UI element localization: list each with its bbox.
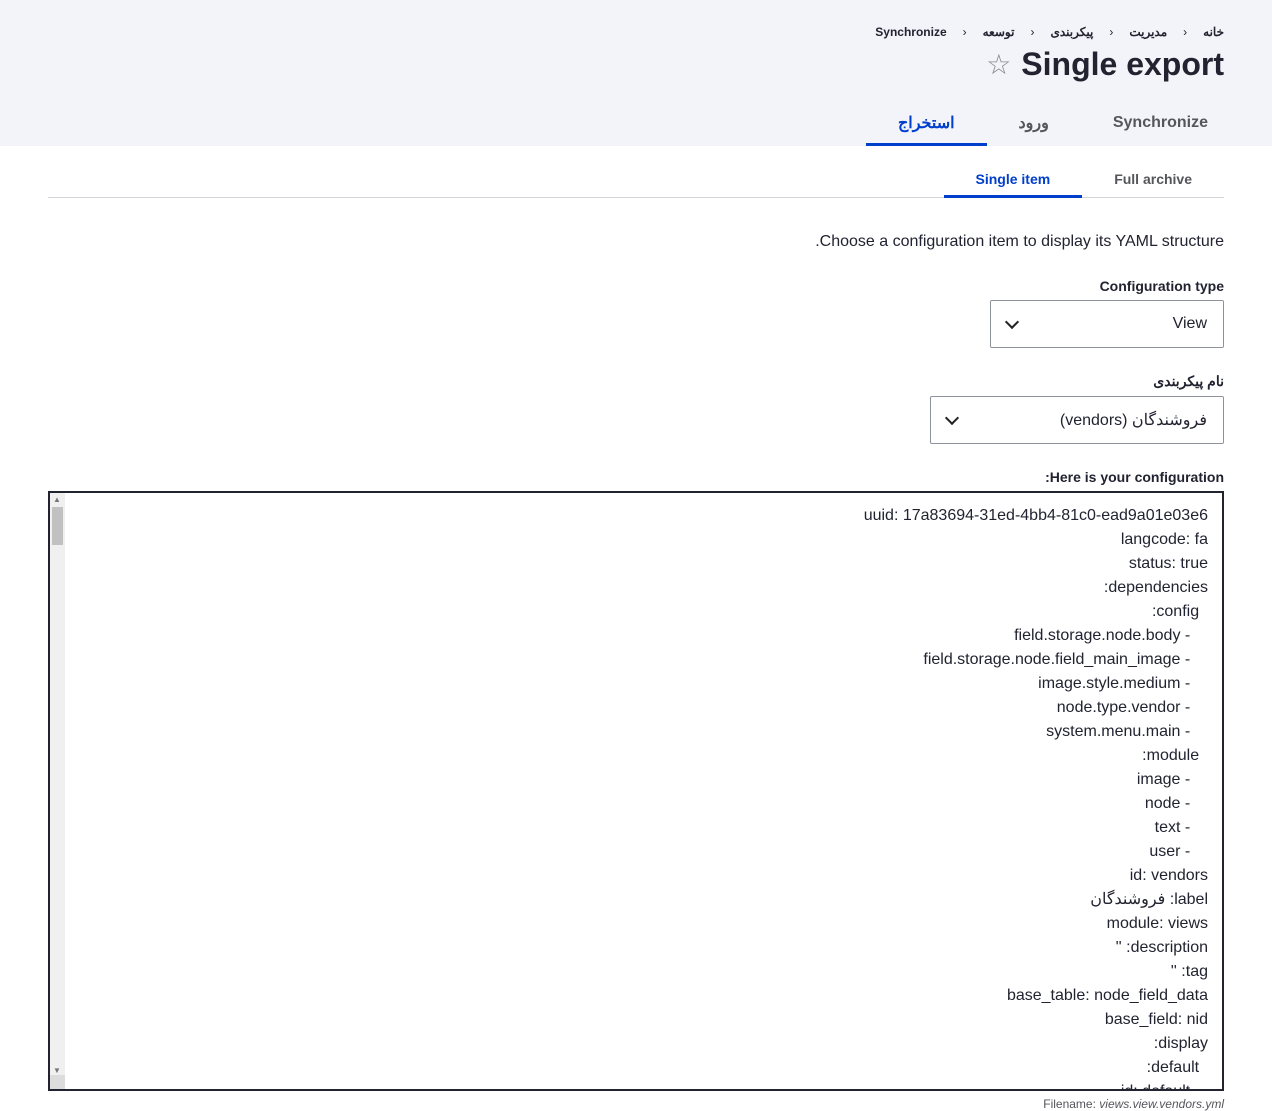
tab-full-archive[interactable]: Full archive <box>1082 162 1224 198</box>
breadcrumb-admin[interactable]: مدیریت <box>1129 25 1167 39</box>
yaml-line: display: <box>1153 1035 1208 1052</box>
yaml-line: label: فروشندگان <box>1090 891 1208 908</box>
yaml-line: default: <box>1146 1059 1208 1076</box>
tab-export[interactable]: استخراج <box>865 102 987 146</box>
scroll-down-icon[interactable]: ▼ <box>53 1066 61 1075</box>
primary-tabs: Synchronize ورود استخراج <box>865 102 1240 146</box>
page-title: Single export <box>1021 46 1224 82</box>
secondary-tabs: Full archive Single item <box>48 162 1224 198</box>
star-icon[interactable]: ☆ <box>986 50 1011 79</box>
scrollbar[interactable]: ▲ ▼ <box>50 493 65 1089</box>
config-name-select[interactable]: فروشندگان (vendors) <box>930 396 1224 444</box>
breadcrumb-separator: ‹ <box>1183 25 1188 39</box>
yaml-line: id: default <box>64 1080 1208 1089</box>
resize-handle-icon[interactable] <box>50 1075 65 1089</box>
breadcrumb-separator: ‹ <box>1109 25 1114 39</box>
yaml-line: uuid: 17a83694-31ed-4bb4-81c0-ead9a01e03… <box>863 507 1208 524</box>
breadcrumb-separator: ‹ <box>1030 25 1035 39</box>
description: Choose a configuration item to display i… <box>815 233 1224 250</box>
config-name-label: نام پیکربندی <box>1153 373 1224 389</box>
yaml-line: dependencies: <box>1103 579 1208 596</box>
config-yaml: uuid: 17a83694-31ed-4bb4-81c0-ead9a01e03… <box>50 493 1222 1089</box>
yaml-line: module: <box>1142 747 1208 764</box>
breadcrumb-home[interactable]: خانه <box>1203 25 1224 39</box>
chevron-down-icon <box>944 410 960 425</box>
yaml-line: - image <box>1136 771 1208 788</box>
config-type-select[interactable]: View <box>990 300 1224 348</box>
scroll-up-icon[interactable]: ▲ <box>53 495 61 504</box>
yaml-line: description: '' <box>1115 939 1208 956</box>
breadcrumb-development[interactable]: توسعه <box>983 25 1015 39</box>
yaml-line: - system.menu.main <box>1046 723 1208 740</box>
breadcrumb-synchronize[interactable]: Synchronize <box>875 25 946 39</box>
yaml-line: - text <box>1154 819 1208 836</box>
tab-single-item[interactable]: Single item <box>943 162 1083 198</box>
tab-import[interactable]: ورود <box>987 102 1081 146</box>
yaml-line: - user <box>1149 843 1208 860</box>
yaml-line: - field.storage.node.body <box>1014 627 1208 644</box>
yaml-line: - field.storage.node.field_main_image <box>923 651 1208 668</box>
yaml-line: - node.type.vendor <box>1056 699 1208 716</box>
yaml-line: base_field: nid <box>1104 1011 1208 1028</box>
yaml-line: tag: '' <box>1170 963 1208 980</box>
config-type-label: Configuration type <box>1099 278 1224 294</box>
page-header: خانه ‹ مدیریت ‹ پیکربندی ‹ توسعه ‹ Synchroni… <box>0 0 1272 146</box>
breadcrumb-separator: ‹ <box>962 25 967 39</box>
config-type-value: View <box>1172 315 1207 332</box>
scrollbar-thumb[interactable] <box>52 507 63 545</box>
chevron-down-icon <box>1004 314 1020 329</box>
breadcrumb: خانه ‹ مدیریت ‹ پیکربندی ‹ توسعه ‹ Synchroni… <box>875 25 1224 39</box>
yaml-line: id: vendors <box>1129 867 1208 884</box>
yaml-line: module: views <box>1106 915 1208 932</box>
tab-synchronize[interactable]: Synchronize <box>1081 102 1240 146</box>
yaml-line: - node <box>1144 795 1208 812</box>
output-label: Here is your configuration: <box>1045 469 1224 485</box>
breadcrumb-config[interactable]: پیکربندی <box>1050 25 1093 39</box>
yaml-line: base_table: node_field_data <box>1006 987 1208 1004</box>
yaml-line: langcode: fa <box>1120 531 1208 548</box>
yaml-line: status: true <box>1128 555 1208 572</box>
config-output-textarea[interactable]: uuid: 17a83694-31ed-4bb4-81c0-ead9a01e03… <box>48 491 1224 1091</box>
config-name-value: فروشندگان (vendors) <box>1059 412 1207 429</box>
yaml-line: - image.style.medium <box>1038 675 1208 692</box>
yaml-line: config: <box>1151 603 1208 620</box>
